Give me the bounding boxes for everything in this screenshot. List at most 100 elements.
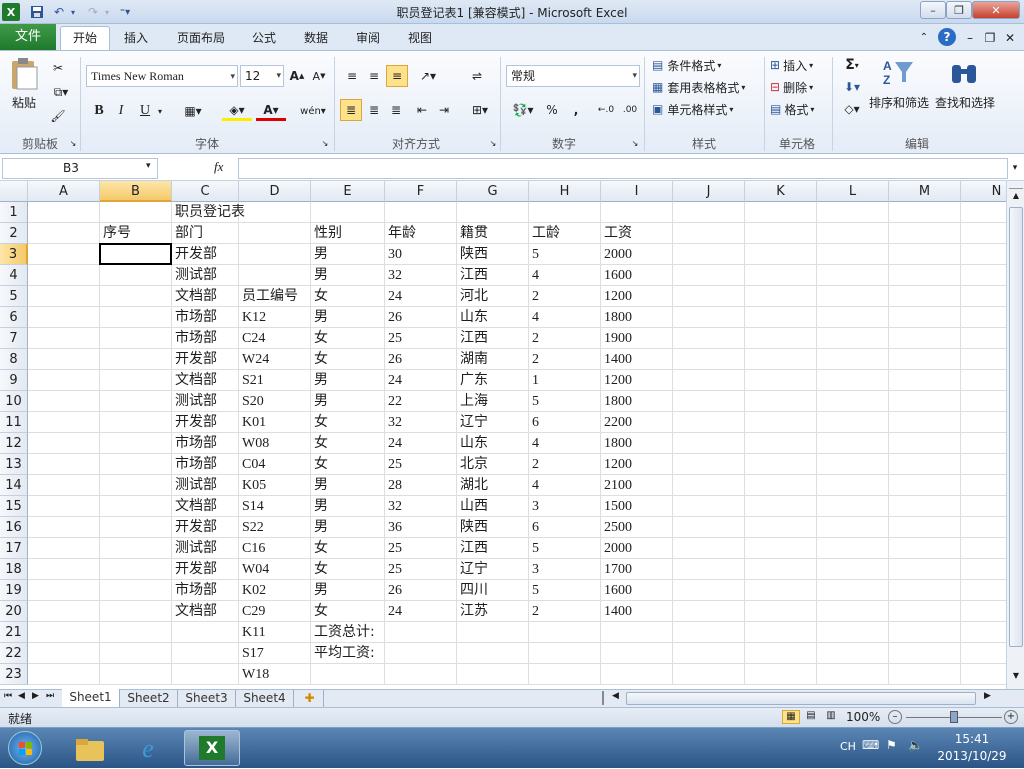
cell-h9[interactable]: 1 xyxy=(529,370,539,391)
cell-g9[interactable]: 广东 xyxy=(457,370,488,391)
cut-icon[interactable]: ✂ xyxy=(48,59,68,77)
tab-page-layout[interactable]: 页面布局 xyxy=(170,27,232,49)
input-language[interactable]: CH xyxy=(840,740,856,753)
cell-h12[interactable]: 4 xyxy=(529,433,539,454)
cell-d9[interactable]: S21 xyxy=(239,370,264,391)
page-break-view-icon[interactable]: ▥ xyxy=(822,710,840,724)
cell-i20[interactable]: 1400 xyxy=(601,601,632,622)
autosum-button[interactable]: Σ ▾ xyxy=(838,55,866,75)
tab-insert[interactable]: 插入 xyxy=(114,27,158,49)
cell-d11[interactable]: K01 xyxy=(239,412,266,433)
clock-date[interactable]: 2013/10/29 xyxy=(934,749,1010,763)
cell-e11[interactable]: 女 xyxy=(311,412,328,433)
cell-c12[interactable]: 市场部 xyxy=(172,433,217,454)
sheet-tab-1[interactable]: Sheet1 xyxy=(62,689,120,707)
tab-data[interactable]: 数据 xyxy=(296,27,336,49)
prev-sheet-icon[interactable]: ◀ xyxy=(18,691,25,701)
alignment-launcher-icon[interactable]: ↘ xyxy=(488,137,498,149)
insert-sheet-icon[interactable]: ✚ xyxy=(296,690,324,707)
cell-h13[interactable]: 2 xyxy=(529,454,539,475)
conditional-format-button[interactable]: ▤ 条件格式 ▾ xyxy=(652,55,756,75)
row-header-18[interactable]: 18 xyxy=(0,559,28,580)
expand-formula-icon[interactable]: ▾ xyxy=(1008,159,1022,177)
percent-button[interactable]: % xyxy=(542,99,562,121)
cell-e4[interactable]: 男 xyxy=(311,265,328,286)
cell-f11[interactable]: 32 xyxy=(385,412,402,433)
cell-g12[interactable]: 山东 xyxy=(457,433,488,454)
font-size-select[interactable]: 12 ▾ xyxy=(240,65,284,87)
cell-e21[interactable]: 工资总计: xyxy=(311,622,375,643)
cell-h7[interactable]: 2 xyxy=(529,328,539,349)
format-cells-button[interactable]: ▤ 格式 ▾ xyxy=(770,99,828,119)
column-header-j[interactable]: J xyxy=(673,181,745,202)
cell-c10[interactable]: 测试部 xyxy=(172,391,217,412)
cell-f9[interactable]: 24 xyxy=(385,370,402,391)
explorer-taskbar-icon[interactable] xyxy=(70,732,110,766)
zoom-slider-thumb[interactable] xyxy=(950,711,958,723)
cell-g11[interactable]: 辽宁 xyxy=(457,412,488,433)
column-header-m[interactable]: M xyxy=(889,181,961,202)
cell-h2[interactable]: 工龄 xyxy=(529,223,560,244)
ie-taskbar-icon[interactable]: e xyxy=(128,732,168,766)
cell-d12[interactable]: W08 xyxy=(239,433,269,454)
cell-d19[interactable]: K02 xyxy=(239,580,266,601)
paste-icon[interactable] xyxy=(8,57,40,91)
cell-e14[interactable]: 男 xyxy=(311,475,328,496)
cell-g18[interactable]: 辽宁 xyxy=(457,559,488,580)
cell-h4[interactable]: 4 xyxy=(529,265,539,286)
row-header-5[interactable]: 5 xyxy=(0,286,28,307)
cell-i10[interactable]: 1800 xyxy=(601,391,632,412)
cell-e5[interactable]: 女 xyxy=(311,286,328,307)
cell-f19[interactable]: 26 xyxy=(385,580,402,601)
align-middle-icon[interactable]: ≡ xyxy=(364,65,384,87)
cell-i7[interactable]: 1900 xyxy=(601,328,632,349)
cell-e10[interactable]: 男 xyxy=(311,391,328,412)
row-header-11[interactable]: 11 xyxy=(0,412,28,433)
fill-icon[interactable]: ⬇▾ xyxy=(838,77,866,97)
cell-i9[interactable]: 1200 xyxy=(601,370,632,391)
cell-g4[interactable]: 江西 xyxy=(457,265,488,286)
cell-i11[interactable]: 2200 xyxy=(601,412,632,433)
cell-h10[interactable]: 5 xyxy=(529,391,539,412)
cell-h6[interactable]: 4 xyxy=(529,307,539,328)
maximize-button[interactable]: ❐ xyxy=(946,1,972,19)
sort-filter-button[interactable]: 排序和筛选 xyxy=(868,93,930,111)
cell-e13[interactable]: 女 xyxy=(311,454,328,475)
sort-filter-icon[interactable]: AZ xyxy=(878,55,918,89)
cell-f13[interactable]: 25 xyxy=(385,454,402,475)
undo-dropdown-icon[interactable]: ▾ xyxy=(64,3,82,21)
find-select-button[interactable]: 查找和选择 xyxy=(932,93,998,111)
cell-h15[interactable]: 3 xyxy=(529,496,539,517)
sheet-tab-3[interactable]: Sheet3 xyxy=(178,690,236,707)
cell-d16[interactable]: S22 xyxy=(239,517,264,538)
row-header-4[interactable]: 4 xyxy=(0,265,28,286)
insert-cells-button[interactable]: ⊞ 插入 ▾ xyxy=(770,55,828,75)
column-header-d[interactable]: D xyxy=(239,181,311,202)
cell-i17[interactable]: 2000 xyxy=(601,538,632,559)
format-as-table-button[interactable]: ▦ 套用表格格式 ▾ xyxy=(652,77,760,97)
excel-icon[interactable]: X xyxy=(2,3,20,21)
cell-c5[interactable]: 文档部 xyxy=(172,286,217,307)
row-header-2[interactable]: 2 xyxy=(0,223,28,244)
row-header-22[interactable]: 22 xyxy=(0,643,28,664)
decrease-indent-icon[interactable]: ⇤ xyxy=(412,99,432,121)
number-format-select[interactable]: 常规 ▾ xyxy=(506,65,640,87)
cell-g15[interactable]: 山西 xyxy=(457,496,488,517)
horizontal-scroll-thumb[interactable] xyxy=(626,692,976,705)
volume-icon[interactable]: 🔈 xyxy=(908,738,923,752)
vertical-scrollbar[interactable]: ▲ ▼ xyxy=(1006,181,1024,689)
align-right-icon[interactable]: ≣ xyxy=(386,99,406,121)
clipboard-launcher-icon[interactable]: ↘ xyxy=(68,137,78,149)
cell-c13[interactable]: 市场部 xyxy=(172,454,217,475)
column-header-g[interactable]: G xyxy=(457,181,529,202)
cell-d17[interactable]: C16 xyxy=(239,538,265,559)
cell-d14[interactable]: K05 xyxy=(239,475,266,496)
close-button[interactable]: ✕ xyxy=(972,1,1020,19)
cell-d5[interactable]: 员工编号 xyxy=(239,286,298,307)
cell-i8[interactable]: 1400 xyxy=(601,349,632,370)
spreadsheet-grid[interactable]: ABCDEFGHIJKLMN 1 2 3 4 5 6 7 8 9 10 11 12 13 14 15 16 17… xyxy=(0,181,1006,689)
doc-restore-icon[interactable]: ❐ xyxy=(982,27,998,49)
row-header-14[interactable]: 14 xyxy=(0,475,28,496)
increase-decimal-icon[interactable]: ←.0 xyxy=(596,99,616,121)
redo-dropdown-icon[interactable]: ▾ xyxy=(98,3,116,21)
